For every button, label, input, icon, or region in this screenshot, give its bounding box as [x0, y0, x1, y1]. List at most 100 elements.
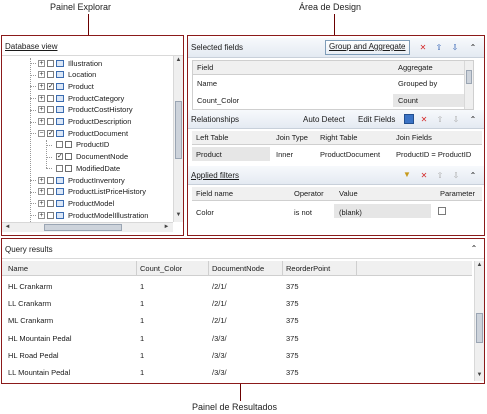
group-and-aggregate-button[interactable]: Group and Aggregate — [325, 40, 410, 55]
delete-filter-icon[interactable]: ✕ — [419, 171, 429, 181]
filter-up-icon[interactable]: ⇧ — [435, 171, 445, 181]
add-relationship-icon[interactable] — [404, 114, 414, 124]
node-checkbox[interactable] — [47, 199, 54, 207]
collapse-icon[interactable]: ⌃ — [468, 43, 478, 53]
column-divider[interactable] — [282, 261, 283, 275]
results-scroll-down[interactable]: ▼ — [475, 372, 484, 378]
relationship-down-icon[interactable]: ⇩ — [451, 115, 461, 125]
node-checkbox[interactable] — [56, 164, 63, 172]
results-row[interactable]: LL Mountain Pedal 1/3/3/375 — [2, 365, 472, 382]
results-column-header[interactable]: Name — [8, 264, 28, 273]
tree-horizontal-scrollbar[interactable]: ◄ ► — [2, 222, 173, 232]
node-checkbox[interactable] — [47, 71, 54, 79]
results-row[interactable]: HL Mountain Pedal 1/3/3/375 — [2, 331, 472, 348]
tree-table-node[interactable]: + Illustration — [30, 58, 102, 69]
node-checkbox[interactable] — [47, 188, 54, 196]
expand-icon[interactable]: + — [38, 118, 45, 126]
results-collapse-icon[interactable]: ⌃ — [469, 244, 479, 254]
tree-field-node[interactable]: ModifiedDate — [46, 163, 120, 174]
node-checkbox[interactable]: ✓ — [56, 153, 63, 161]
selected-field-row-1-aggregate[interactable]: Grouped by — [398, 79, 437, 88]
tree-table-node[interactable]: + ProductModel — [30, 198, 114, 209]
tree-field-node[interactable]: ProductID — [46, 140, 109, 151]
expand-icon[interactable]: + — [38, 59, 45, 67]
delete-icon[interactable]: ✕ — [418, 43, 428, 53]
scroll-right-arrow[interactable]: ► — [162, 224, 171, 230]
results-row[interactable]: ML Crankarm 1/2/1/375 — [2, 313, 472, 330]
selected-field-row-2-aggregate: Count — [398, 96, 419, 105]
node-checkbox[interactable] — [47, 94, 54, 102]
scroll-up-arrow[interactable]: ▲ — [174, 57, 183, 63]
results-column-header[interactable]: Count_Color — [140, 264, 182, 273]
expand-icon[interactable]: + — [38, 71, 45, 79]
selected-field-row-2[interactable]: Count_Color Count — [193, 94, 473, 107]
results-cell: LL Crankarm — [8, 299, 52, 309]
results-cell: 375 — [286, 299, 299, 309]
tree-horizontal-thumb[interactable] — [44, 224, 122, 231]
scroll-left-arrow[interactable]: ◄ — [3, 224, 12, 230]
expand-icon[interactable]: + — [38, 188, 45, 196]
header-right-table: Right Table — [320, 133, 358, 142]
node-checkbox[interactable] — [47, 176, 54, 184]
node-checkbox[interactable] — [47, 59, 54, 67]
node-checkbox[interactable] — [47, 118, 54, 126]
move-down-icon[interactable]: ⇩ — [450, 43, 460, 53]
tree-table-node[interactable]: + ProductListPriceHistory — [30, 187, 146, 198]
results-row[interactable]: LL Crankarm 1/2/1/375 — [2, 296, 472, 313]
tree-table-node[interactable]: + ProductInventory — [30, 175, 125, 186]
column-divider[interactable] — [356, 261, 357, 275]
delete-relationship-icon[interactable]: ✕ — [419, 115, 429, 125]
tree-table-node[interactable]: + ✓ Product — [30, 81, 94, 92]
selected-field-row-2-field: Count_Color — [197, 96, 240, 105]
column-divider[interactable] — [208, 261, 209, 275]
results-column-header[interactable]: DocumentNode — [212, 264, 264, 273]
expand-icon[interactable]: + — [38, 106, 45, 114]
filters-collapse-icon[interactable]: ⌃ — [468, 171, 478, 181]
expand-icon[interactable]: + — [38, 211, 45, 219]
relationship-row[interactable]: Product Inner ProductDocument ProductID … — [192, 147, 482, 161]
collapse-node-icon[interactable]: − — [38, 129, 45, 137]
tree-table-node[interactable]: + ProductDescription — [30, 117, 131, 128]
results-row[interactable]: HL Road Pedal 1/3/3/375 — [2, 348, 472, 365]
expand-icon[interactable]: + — [38, 176, 45, 184]
tree-table-node[interactable]: + ProductModelIllustration — [30, 210, 148, 221]
explorer-title-text: Database view — [5, 42, 58, 51]
node-checkbox[interactable]: ✓ — [47, 82, 54, 90]
scroll-down-arrow[interactable]: ▼ — [174, 212, 183, 218]
results-vertical-thumb[interactable] — [476, 313, 483, 343]
relationship-up-icon[interactable]: ⇧ — [435, 115, 445, 125]
tree-vertical-scrollbar[interactable]: ▲ ▼ — [173, 56, 183, 222]
tree-table-node[interactable]: + ProductCategory — [30, 93, 124, 104]
edit-fields-button[interactable]: Edit Fields — [358, 115, 395, 124]
selected-fields-scrollbar[interactable] — [464, 61, 473, 109]
parameter-checkbox[interactable] — [438, 207, 446, 215]
callout-explorer-line — [88, 14, 89, 36]
results-scroll-up[interactable]: ▲ — [475, 262, 484, 268]
tree-table-node[interactable]: + ProductCostHistory — [30, 105, 133, 116]
tree-table-node[interactable]: + Location — [30, 70, 96, 81]
node-checkbox[interactable] — [47, 106, 54, 114]
tree-vertical-thumb[interactable] — [175, 101, 182, 159]
filter-row[interactable]: Color is not (blank) — [192, 204, 482, 218]
auto-detect-button[interactable]: Auto Detect — [303, 115, 345, 124]
selected-fields-thumb[interactable] — [466, 70, 472, 84]
results-vertical-scrollbar[interactable]: ▲ ▼ — [474, 261, 484, 381]
relationships-collapse-icon[interactable]: ⌃ — [468, 115, 478, 125]
callout-results: Painel de Resultados — [192, 402, 278, 412]
results-column-header[interactable]: ReorderPoint — [286, 264, 330, 273]
results-row[interactable]: HL Crankarm 1/2/1/375 — [2, 279, 472, 296]
filter-down-icon[interactable]: ⇩ — [451, 171, 461, 181]
node-checkbox[interactable] — [56, 141, 63, 149]
selected-field-row-1-field[interactable]: Name — [197, 79, 217, 88]
move-up-icon[interactable]: ⇧ — [434, 43, 444, 53]
tree-table-node[interactable]: − ✓ ProductDocument — [30, 128, 128, 139]
expand-icon[interactable]: + — [38, 199, 45, 207]
column-divider[interactable] — [136, 261, 137, 275]
filter-field: Color — [196, 208, 214, 217]
expand-icon[interactable]: + — [38, 82, 45, 90]
node-checkbox[interactable] — [47, 211, 54, 219]
tree-field-node[interactable]: ✓ DocumentNode — [46, 152, 128, 163]
node-checkbox[interactable]: ✓ — [47, 129, 54, 137]
add-filter-icon[interactable]: ▼ — [402, 170, 412, 180]
expand-icon[interactable]: + — [38, 94, 45, 102]
